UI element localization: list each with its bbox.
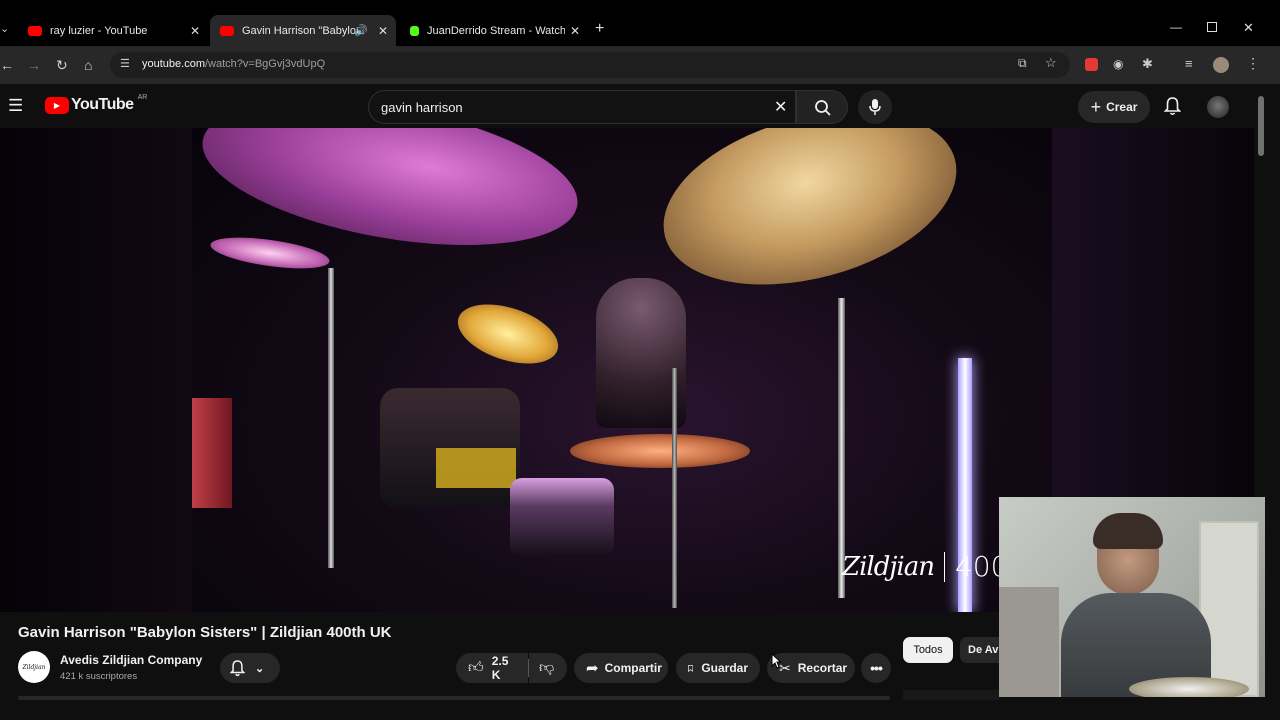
extensions-puzzle-icon[interactable]: ✱ — [1142, 56, 1153, 72]
share-button[interactable]: ➦ Compartir — [574, 653, 668, 683]
cymbal-lower — [570, 434, 750, 468]
youtube-logo[interactable]: ▶ YouTube AR — [45, 93, 148, 114]
bookmark-icon — [688, 664, 694, 672]
thumbs-up-icon: 👍︎ — [468, 659, 484, 676]
minimize-icon[interactable]: — — [1170, 20, 1182, 34]
browser-tab-strip: ⌄ ray luzier - YouTube ✕ Gavin Harrison … — [0, 0, 1280, 46]
drum-yellow-wrap — [436, 448, 516, 488]
install-app-icon[interactable]: ⧉ — [1018, 56, 1027, 71]
create-button[interactable]: + Crear — [1078, 91, 1150, 123]
mouse-cursor-icon — [771, 653, 781, 669]
page-scrollbar[interactable] — [1258, 96, 1264, 156]
address-bar[interactable]: ☰ youtube.com/watch?v=BgGvj3vdUpQ ⧉ ☆ — [110, 52, 1070, 78]
chip-all-label: Todos — [913, 644, 943, 656]
extension-red-icon[interactable] — [1085, 58, 1098, 71]
url-path: /watch?v=BgGvj3vdUpQ — [204, 58, 326, 70]
clear-search-icon[interactable]: ✕ — [774, 97, 787, 117]
tab-title: ray luzier - YouTube — [50, 24, 148, 37]
site-info-icon[interactable]: ☰ — [120, 57, 130, 70]
more-horizontal-icon: ••• — [870, 660, 883, 676]
reload-icon[interactable]: ↻ — [56, 56, 68, 74]
clip-label: Recortar — [797, 661, 848, 675]
search-button[interactable] — [796, 90, 848, 124]
bottom-divider — [18, 696, 890, 700]
webcam-person-hair — [1093, 513, 1163, 549]
close-tab-icon[interactable]: ✕ — [190, 24, 200, 38]
search-input[interactable]: gavin harrison ✕ — [368, 90, 796, 124]
dislike-button[interactable]: 👎︎ — [529, 653, 567, 683]
stand-1 — [328, 268, 334, 568]
microphone-icon — [869, 99, 881, 115]
stand-3 — [672, 368, 677, 608]
zildjian-watermark: Zildjian 400 — [842, 550, 1008, 583]
webcam-overlay — [999, 497, 1265, 697]
webcam-cymbal — [1129, 677, 1249, 697]
new-tab-icon[interactable]: + — [595, 20, 604, 38]
like-button[interactable]: 👍︎ 2.5 K — [456, 653, 528, 683]
share-label: Compartir — [604, 661, 662, 675]
tab-title: Gavin Harrison "Babylon Si — [242, 24, 358, 37]
back-icon[interactable]: ← — [0, 56, 14, 74]
watermark-divider — [943, 551, 945, 582]
tab-search-chevron-icon[interactable]: ⌄ — [0, 22, 9, 35]
tab-gavin-harrison[interactable]: Gavin Harrison "Babylon Si 🔊 ✕ — [210, 15, 396, 46]
close-window-icon[interactable]: ✕ — [1243, 20, 1254, 36]
channel-avatar-logo: Zildjian — [22, 663, 46, 671]
more-actions-button[interactable]: ••• — [861, 653, 891, 683]
browser-menu-icon[interactable]: ⋮ — [1246, 55, 1260, 72]
channel-name[interactable]: Avedis Zildjian Company — [60, 653, 202, 667]
thumbs-down-icon: 👎︎ — [539, 659, 555, 676]
plus-icon: + — [1090, 96, 1102, 117]
notifications-bell-icon[interactable] — [1164, 97, 1181, 116]
close-tab-icon[interactable]: ✕ — [570, 24, 580, 38]
subscription-bell-button[interactable]: ⌄ — [220, 653, 280, 683]
restore-icon[interactable] — [1207, 22, 1217, 32]
webcam-shelf — [999, 587, 1059, 697]
close-tab-icon[interactable]: ✕ — [378, 24, 388, 38]
chip-next[interactable]: De Av — [960, 637, 999, 663]
save-label: Guardar — [701, 661, 748, 675]
bell-icon — [230, 659, 245, 676]
forward-icon[interactable]: → — [27, 56, 41, 74]
media-control-icon[interactable]: ≡ — [1185, 56, 1193, 71]
red-speaker — [192, 398, 232, 508]
share-arrow-icon: ➦ — [586, 660, 599, 677]
url-host: youtube.com — [142, 58, 205, 70]
recommendation-thumb-edge — [903, 690, 999, 700]
camera-extension-icon[interactable]: ◉ — [1113, 57, 1123, 71]
youtube-logo-text: YouTube — [71, 96, 134, 113]
hamburger-menu-icon[interactable]: ☰ — [8, 96, 23, 116]
youtube-play-icon: ▶ — [45, 96, 69, 114]
chip-next-label: De Av — [968, 644, 999, 656]
search-query: gavin harrison — [381, 100, 463, 115]
watermark-brand: Zildjian — [842, 551, 935, 582]
home-icon[interactable]: ⌂ — [84, 56, 92, 74]
subscriber-count: 421 k suscriptores — [60, 671, 138, 682]
audio-playing-icon[interactable]: 🔊 — [354, 24, 368, 37]
tab-title: JuanDerrido Stream - Watch Li — [427, 24, 565, 37]
create-label: Crear — [1106, 100, 1138, 114]
tab-ray-luzier[interactable]: ray luzier - YouTube ✕ — [18, 15, 208, 46]
like-count: 2.5 K — [491, 654, 509, 682]
youtube-favicon-icon — [28, 25, 42, 36]
bookmark-star-icon[interactable]: ☆ — [1045, 55, 1057, 71]
voice-search-button[interactable] — [858, 90, 892, 124]
country-code: AR — [137, 93, 148, 101]
snare-drum — [510, 478, 614, 558]
chip-all[interactable]: Todos — [903, 637, 953, 663]
youtube-favicon-icon — [220, 25, 234, 36]
save-button[interactable]: Guardar — [676, 653, 760, 683]
account-avatar[interactable] — [1207, 96, 1229, 118]
profile-avatar[interactable] — [1213, 57, 1229, 73]
chevron-down-icon: ⌄ — [255, 662, 265, 675]
video-title: Gavin Harrison "Babylon Sisters" | Zildj… — [18, 624, 392, 641]
kick-favicon-icon — [410, 25, 419, 36]
search-icon — [815, 100, 831, 116]
url-text: youtube.com/watch?v=BgGvj3vdUpQ — [142, 58, 325, 70]
tab-juanderrido[interactable]: JuanDerrido Stream - Watch Li ✕ — [400, 15, 588, 46]
channel-avatar[interactable]: Zildjian — [18, 651, 50, 683]
left-ambient — [0, 128, 192, 612]
